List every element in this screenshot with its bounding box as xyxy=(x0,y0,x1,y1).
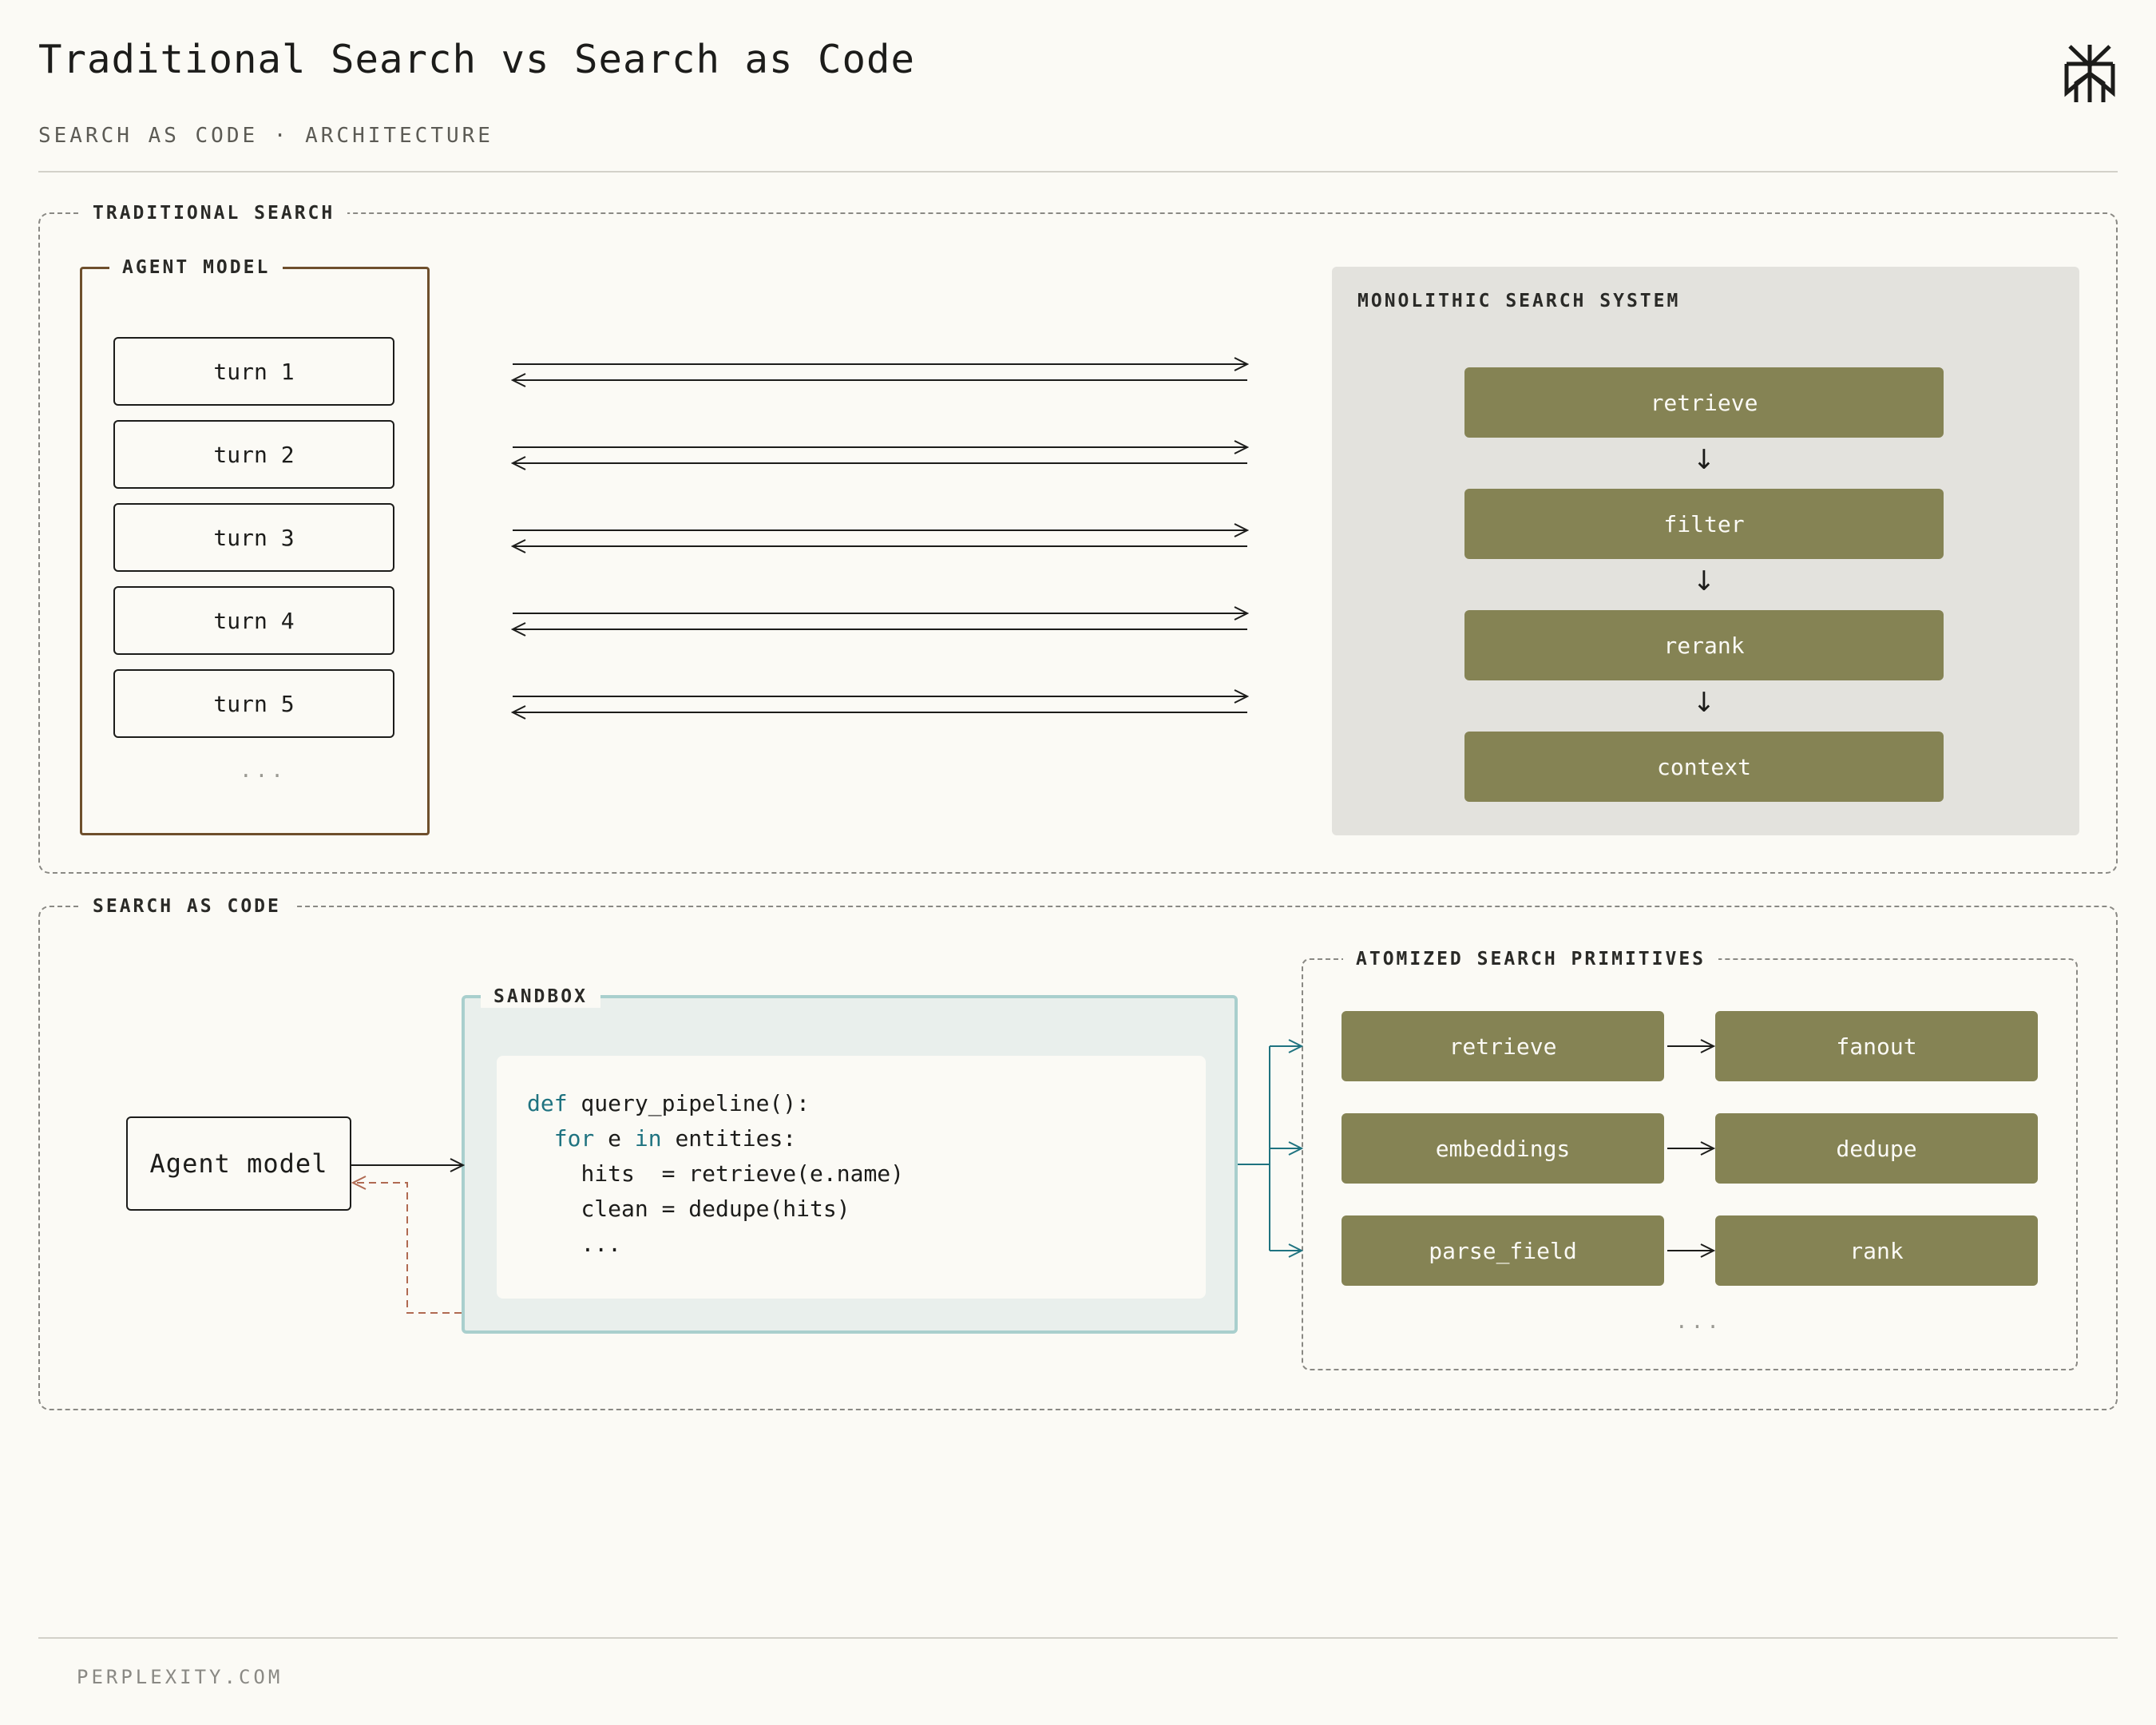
footer-divider xyxy=(38,1637,2118,1639)
footer-link[interactable]: PERPLEXITY.COM xyxy=(77,1666,283,1688)
connector-arrows xyxy=(351,0,2156,1314)
result-return-arrow xyxy=(353,1183,462,1314)
